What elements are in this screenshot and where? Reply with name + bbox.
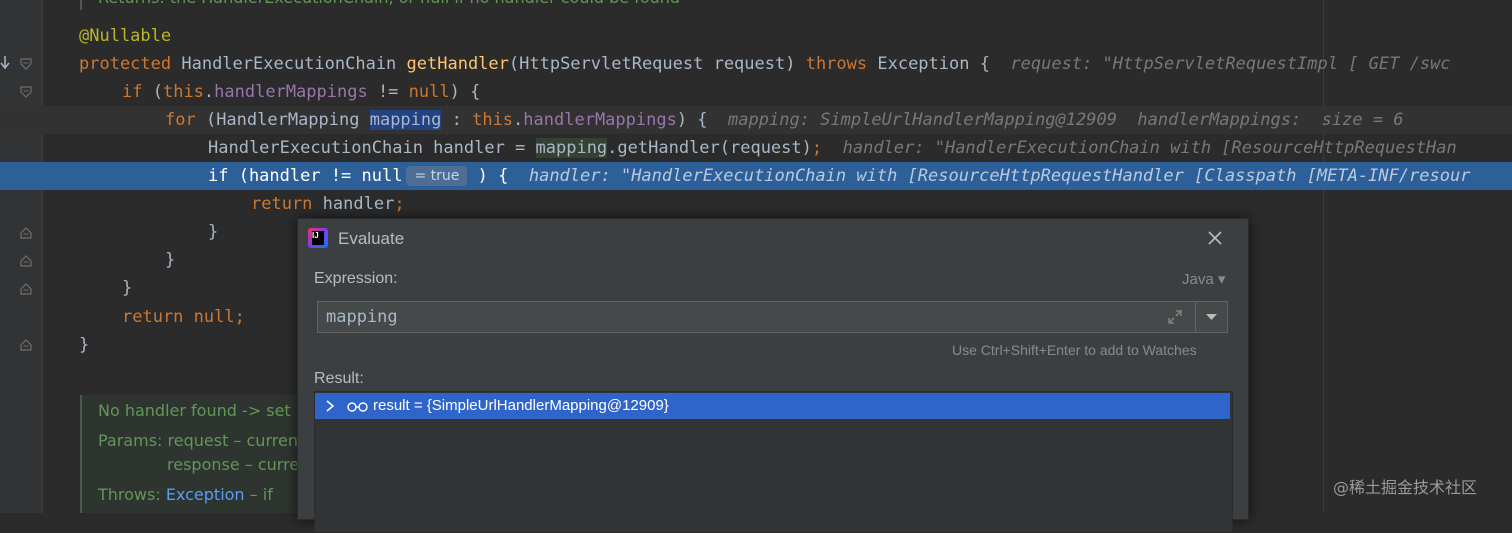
keyword-throws: throws xyxy=(805,54,868,74)
code-token: ) { xyxy=(676,110,708,130)
code-token: != xyxy=(367,82,409,102)
javadoc-throws-text: – if xyxy=(244,485,273,504)
field-handler-mappings: handlerMappings xyxy=(523,110,677,130)
method-signature-text: protected HandlerExecutionChain getHandl… xyxy=(79,50,1451,78)
code-line-execution-point[interactable]: if (handler != null = true ) { handler: "… xyxy=(0,162,1512,190)
expand-icon[interactable] xyxy=(1166,308,1184,326)
code-token: : xyxy=(441,110,473,130)
inline-debug-value: request: "HttpServletRequestImpl [ GET /… xyxy=(1010,54,1451,74)
inline-debug-value: handler: "HandlerExecutionChain with [Re… xyxy=(528,166,1471,186)
code-token: HandlerExecutionChain handler = xyxy=(208,138,536,158)
code-token: (HandlerMapping xyxy=(195,110,370,130)
javadoc-throws-label: Throws: xyxy=(98,485,166,504)
chevron-down-icon xyxy=(1206,314,1217,320)
result-tree[interactable]: result = {SimpleUrlHandlerMapping@12909} xyxy=(314,391,1233,533)
code-token: ( xyxy=(142,82,163,102)
code-token: ) { xyxy=(477,166,509,186)
handler-assign-text: HandlerExecutionChain handler = mapping.… xyxy=(208,134,1457,162)
exec-line-text: if (handler != null = true ) { handler: "… xyxy=(208,162,1470,190)
method-name: getHandler xyxy=(406,54,509,74)
watch-glasses-icon xyxy=(347,400,369,418)
keyword-null: null xyxy=(408,82,450,102)
javadoc-description: No handler found -> set xyxy=(98,401,291,420)
expression-input[interactable] xyxy=(326,302,1146,332)
method-params: (HttpServletRequest request) xyxy=(508,54,806,74)
closing-brace: } xyxy=(208,222,219,242)
rendered-javadoc: No handler found -> set Params: request … xyxy=(80,395,302,513)
chevron-right-icon[interactable] xyxy=(324,398,336,419)
inline-debug-value: mapping: SimpleUrlHandlerMapping@12909 h… xyxy=(728,110,1404,130)
keyword-return: return xyxy=(251,194,313,214)
closing-brace: } xyxy=(79,335,90,355)
closing-brace: } xyxy=(165,250,176,270)
watches-hint: Use Ctrl+Shift+Enter to add to Watches xyxy=(952,342,1197,358)
code-token: if (handler != null xyxy=(208,166,403,186)
keyword-if: if xyxy=(122,82,143,102)
javadoc-return-line: Returns: the HandlerExecutionChain, or n… xyxy=(80,0,798,10)
if-mappings-text: if (this.handlerMappings != null) { xyxy=(122,78,480,106)
code-line-for[interactable]: for (HandlerMapping mapping : this.handl… xyxy=(0,106,1512,134)
history-dropdown-button[interactable] xyxy=(1195,301,1228,333)
return-null-text: return null; xyxy=(122,303,245,331)
exception-link[interactable]: Exception xyxy=(166,485,245,504)
keyword-null: null xyxy=(193,307,235,327)
expression-label: Expression: xyxy=(314,270,398,287)
inline-value-badge: = true xyxy=(406,166,468,186)
code-token: handler xyxy=(312,194,395,214)
code-token: ) { xyxy=(449,82,481,102)
language-dropdown[interactable]: Java ▾ xyxy=(1182,270,1225,288)
code-line-handler-assign[interactable]: HandlerExecutionChain handler = mapping.… xyxy=(0,134,1512,162)
javadoc-param-response: response – curre xyxy=(167,455,300,474)
keyword-this: this xyxy=(472,110,514,130)
annotation-nullable: @Nullable xyxy=(79,26,172,46)
keyword-for: for xyxy=(165,110,196,130)
closing-brace: } xyxy=(122,278,133,298)
selected-identifier-mapping[interactable]: mapping xyxy=(369,110,442,130)
code-token: . xyxy=(203,82,215,102)
result-value: result = {SimpleUrlHandlerMapping@12909} xyxy=(373,397,669,414)
code-line-annotation[interactable]: @Nullable xyxy=(0,22,1512,50)
result-tree-row[interactable]: result = {SimpleUrlHandlerMapping@12909} xyxy=(315,393,1230,419)
code-line-if-mappings[interactable]: if (this.handlerMappings != null) { xyxy=(0,78,1512,106)
evaluate-dialog[interactable]: IJ Evaluate Expression: Java ▾ Use Ctrl+… xyxy=(297,218,1249,533)
close-icon[interactable] xyxy=(1204,227,1226,249)
code-token: . xyxy=(513,110,524,130)
inline-debug-value: handler: "HandlerExecutionChain with [Re… xyxy=(842,138,1457,158)
expression-field-container[interactable] xyxy=(317,301,1196,333)
keyword-protected: protected xyxy=(79,54,172,74)
javadoc-param-request: Params: request – curren xyxy=(98,431,298,450)
intellij-logo-icon: IJ xyxy=(308,228,328,248)
code-line-return-handler[interactable]: return handler; xyxy=(0,190,1512,218)
code-token: .getHandler(request) xyxy=(607,138,812,158)
result-label: Result: xyxy=(314,370,364,387)
javadoc-throws: Throws: Exception – if xyxy=(98,485,273,504)
semicolon: ; xyxy=(234,307,245,327)
for-loop-text: for (HandlerMapping mapping : this.handl… xyxy=(165,106,1404,134)
semicolon: ; xyxy=(811,138,823,158)
semicolon: ; xyxy=(394,194,405,214)
exception-type: Exception { xyxy=(867,54,990,74)
watermark: @稀土掘金技术社区 xyxy=(1333,478,1478,497)
field-handler-mappings: handlerMappings xyxy=(214,82,368,102)
code-line-method-signature[interactable]: protected HandlerExecutionChain getHandl… xyxy=(0,50,1512,78)
keyword-this: this xyxy=(162,82,204,102)
return-type: HandlerExecutionChain xyxy=(171,54,407,74)
dialog-title: Evaluate xyxy=(338,229,405,248)
highlighted-usage-mapping[interactable]: mapping xyxy=(535,138,608,158)
keyword-return: return xyxy=(122,307,184,327)
return-handler-text: return handler; xyxy=(251,190,405,218)
